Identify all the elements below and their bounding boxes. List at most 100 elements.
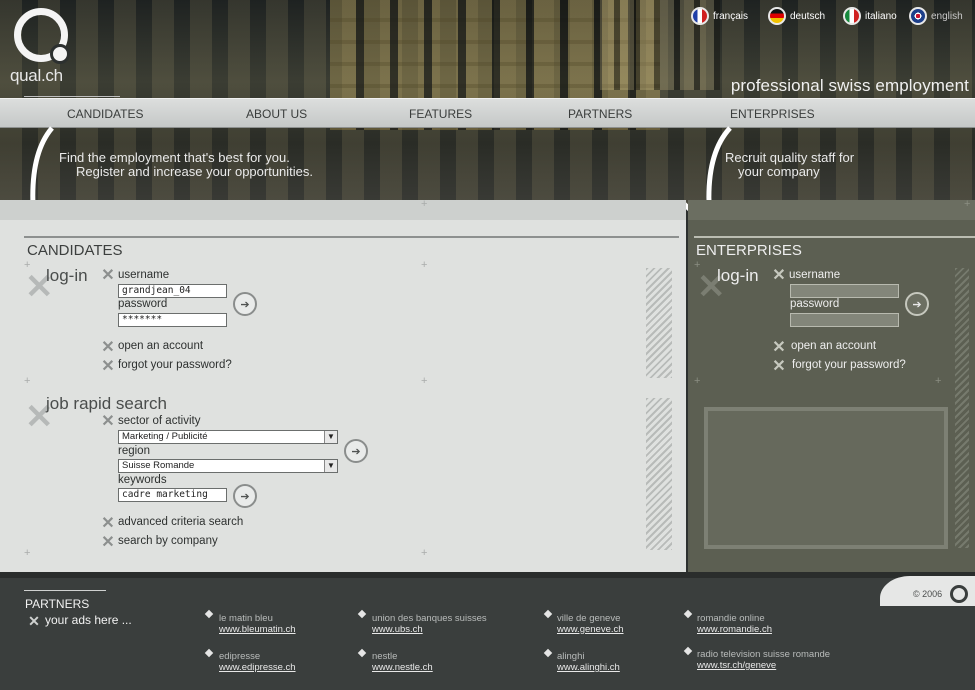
nav-features[interactable]: FEATURES: [409, 107, 472, 121]
enterprise-forgot-password-link[interactable]: forgot your password?: [792, 359, 906, 371]
region-select[interactable]: Suisse Romande ▼: [118, 459, 338, 473]
partner-link-alinghi[interactable]: www.alinghi.ch: [557, 662, 620, 673]
x-bullet-icon: ✕: [772, 267, 786, 284]
candidate-password-input[interactable]: *******: [118, 313, 227, 327]
region-search-go-button[interactable]: ➔: [344, 439, 368, 463]
nav-enterprises[interactable]: ENTERPRISES: [730, 107, 815, 121]
candidate-login-go-button[interactable]: ➔: [233, 292, 257, 316]
enterprise-open-account-link[interactable]: open an account: [791, 340, 876, 352]
plus-icon: +: [964, 198, 971, 210]
chevron-down-icon[interactable]: ▼: [324, 460, 337, 472]
lang-label: english: [931, 10, 963, 22]
flag-france-icon: [691, 7, 709, 25]
enterprise-login-go-button[interactable]: ➔: [905, 292, 929, 316]
your-ads-link[interactable]: your ads here ...: [45, 613, 132, 627]
arrow-right-icon: ➔: [240, 490, 250, 503]
username-label: username: [118, 269, 170, 281]
hatch-decoration: [955, 268, 969, 548]
x-bullet-icon: ✕: [28, 613, 40, 629]
x-bullet-icon: ✕: [101, 358, 115, 375]
candidate-open-account-link[interactable]: open an account: [118, 340, 203, 352]
sector-label: sector of activity: [118, 415, 201, 427]
sector-select[interactable]: Marketing / Publicité ▼: [118, 430, 338, 444]
partner-link-nestle[interactable]: www.nestle.ch: [372, 662, 433, 673]
sector-selected-value: Marketing / Publicité: [122, 431, 208, 442]
logo-underline: [24, 96, 120, 97]
partner-name: union des banques suisses: [372, 613, 487, 624]
lang-italiano[interactable]: italiano: [843, 6, 897, 26]
x-bullet-icon: ✕: [101, 413, 115, 430]
footer: [0, 572, 975, 690]
x-bullet-icon: ✕: [101, 515, 115, 532]
plus-icon: +: [421, 198, 428, 210]
candidates-login-heading: log-in: [46, 266, 88, 285]
candidate-username-input[interactable]: grandjean_04: [118, 284, 227, 298]
tagline: professional swiss employment: [730, 76, 969, 95]
region-label: region: [118, 445, 150, 457]
footer-band: [0, 572, 975, 578]
plus-icon: +: [421, 547, 428, 559]
candidates-title: CANDIDATES: [27, 242, 123, 259]
enterprises-title: ENTERPRISES: [696, 242, 802, 259]
plus-icon: +: [24, 375, 31, 387]
arrow-right-icon: ➔: [912, 298, 922, 311]
plus-icon: +: [421, 259, 428, 271]
plus-icon: +: [694, 375, 701, 387]
flag-italy-icon: [843, 7, 861, 25]
partner-link-bleumatin[interactable]: www.bleumatin.ch: [219, 624, 296, 635]
candidates-hero-line2: Register and increase your opportunities…: [76, 164, 314, 179]
lang-deutsch[interactable]: deutsch: [768, 6, 825, 26]
nav-candidates[interactable]: CANDIDATES: [67, 107, 143, 121]
partner-name: nestle: [372, 651, 398, 662]
candidates-panel-top: [0, 200, 686, 220]
partner-name: alinghi: [557, 651, 585, 662]
nav-about-us[interactable]: ABOUT US: [246, 107, 307, 121]
x-bullet-icon: ✕: [772, 339, 786, 356]
hatch-decoration: [646, 268, 672, 378]
candidate-forgot-password-link[interactable]: forgot your password?: [118, 359, 232, 371]
plus-icon: +: [935, 375, 942, 387]
lang-label: deutsch: [790, 10, 826, 22]
password-label: password: [790, 298, 840, 310]
password-label: password: [118, 298, 168, 310]
keywords-input[interactable]: cadre marketing: [118, 488, 227, 502]
partner-link-edipresse[interactable]: www.edipresse.ch: [219, 662, 296, 673]
chevron-down-icon[interactable]: ▼: [324, 431, 337, 443]
partner-link-geneve[interactable]: www.geneve.ch: [557, 624, 624, 635]
region-selected-value: Suisse Romande: [122, 460, 195, 471]
partner-link-romandie[interactable]: www.romandie.ch: [697, 624, 772, 635]
username-label: username: [789, 269, 841, 281]
enterprise-username-input[interactable]: [790, 284, 899, 298]
logo-dot-icon: [50, 44, 70, 64]
logo-text[interactable]: qual.ch: [10, 66, 63, 86]
keywords-label: keywords: [118, 474, 167, 486]
advanced-search-link[interactable]: advanced criteria search: [118, 516, 243, 528]
partner-name: edipresse: [219, 651, 261, 662]
partner-name: le matin bleu: [219, 613, 273, 624]
partner-link-ubs[interactable]: www.ubs.ch: [372, 624, 423, 635]
plus-icon: +: [421, 375, 428, 387]
job-search-heading: job rapid search: [46, 394, 167, 413]
partner-name: radio television suisse romande: [697, 649, 831, 660]
lang-english[interactable]: english: [909, 6, 963, 26]
enterprises-panel-top: [688, 200, 975, 220]
hatch-decoration: [646, 398, 672, 550]
x-bullet-icon: ✕: [101, 267, 115, 284]
lang-francais[interactable]: français: [691, 6, 748, 26]
partner-name: romandie online: [697, 613, 765, 624]
partner-link-tsr[interactable]: www.tsr.ch/geneve: [697, 660, 776, 671]
enterprises-divider: [694, 236, 975, 238]
copyright-text: © 2006: [913, 589, 943, 599]
candidates-hero-line1: Find the employment that's best for you.: [59, 150, 290, 165]
search-by-company-link[interactable]: search by company: [118, 535, 218, 547]
enterprise-password-input[interactable]: [790, 313, 899, 327]
x-bullet-icon: ✕: [772, 358, 786, 375]
x-bullet-icon: ✕: [101, 534, 115, 551]
enterprises-login-heading: log-in: [717, 266, 759, 285]
flag-uk-icon: [909, 7, 927, 25]
lang-label: français: [713, 10, 749, 22]
main-nav: CANDIDATES ABOUT US FEATURES PARTNERS EN…: [0, 98, 975, 128]
nav-partners[interactable]: PARTNERS: [568, 107, 632, 121]
keywords-search-go-button[interactable]: ➔: [233, 484, 257, 508]
flag-germany-icon: [768, 7, 786, 25]
